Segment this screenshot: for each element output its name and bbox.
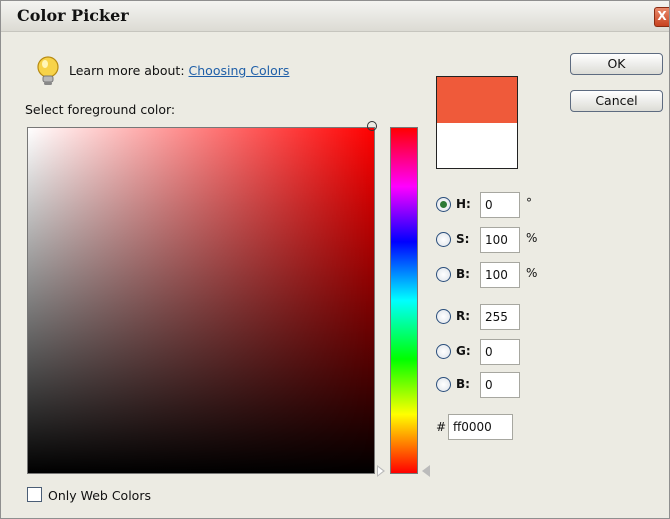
saturation-radio[interactable]: [436, 232, 451, 247]
close-button[interactable]: X: [654, 7, 669, 27]
lightbulb-icon: [37, 56, 59, 85]
learn-more-text: Learn more about: Choosing Colors: [69, 63, 289, 78]
brightness-radio[interactable]: [436, 267, 451, 282]
brightness-input[interactable]: 100: [480, 262, 520, 288]
red-input[interactable]: 255: [480, 304, 520, 330]
hue-slider-left-arrow[interactable]: [377, 465, 385, 477]
hue-label: H:: [456, 197, 471, 211]
saturation-input[interactable]: 100: [480, 227, 520, 253]
hex-prefix: #: [436, 420, 447, 434]
brightness-label: B:: [456, 267, 470, 281]
hue-input[interactable]: 0: [480, 192, 520, 218]
blue-input[interactable]: 0: [480, 372, 520, 398]
red-label: R:: [456, 309, 471, 323]
saturation-label: S:: [456, 232, 470, 246]
blue-radio[interactable]: [436, 377, 451, 392]
learn-more-prefix: Learn more about:: [69, 63, 185, 78]
new-color-swatch: [437, 77, 517, 123]
current-color-swatch: [437, 123, 517, 168]
selected-dot: [440, 201, 447, 208]
hex-input[interactable]: ff0000: [448, 414, 513, 440]
green-radio[interactable]: [436, 344, 451, 359]
hue-slider[interactable]: [390, 127, 418, 474]
green-input[interactable]: 0: [480, 339, 520, 365]
window-title: Color Picker: [17, 6, 129, 25]
red-radio[interactable]: [436, 309, 451, 324]
hue-radio[interactable]: [436, 197, 451, 212]
blue-label: B:: [456, 377, 470, 391]
only-web-colors-label: Only Web Colors: [48, 488, 151, 503]
only-web-colors-checkbox[interactable]: [27, 487, 42, 502]
color-field[interactable]: [27, 127, 375, 474]
choosing-colors-link[interactable]: Choosing Colors: [189, 63, 290, 78]
green-label: G:: [456, 344, 471, 358]
hue-slider-right-arrow[interactable]: [422, 465, 430, 477]
cancel-button[interactable]: Cancel: [570, 90, 663, 112]
color-swatch: [436, 76, 518, 169]
color-picker-dialog: Color Picker X Learn more about: Choosin…: [0, 0, 670, 519]
brightness-unit: %: [526, 266, 538, 280]
select-foreground-label: Select foreground color:: [25, 102, 176, 117]
degree-unit: °: [526, 196, 532, 210]
saturation-unit: %: [526, 231, 538, 245]
color-field-marker[interactable]: [367, 121, 377, 131]
title-bar: Color Picker X: [1, 1, 669, 32]
ok-button[interactable]: OK: [570, 53, 663, 75]
